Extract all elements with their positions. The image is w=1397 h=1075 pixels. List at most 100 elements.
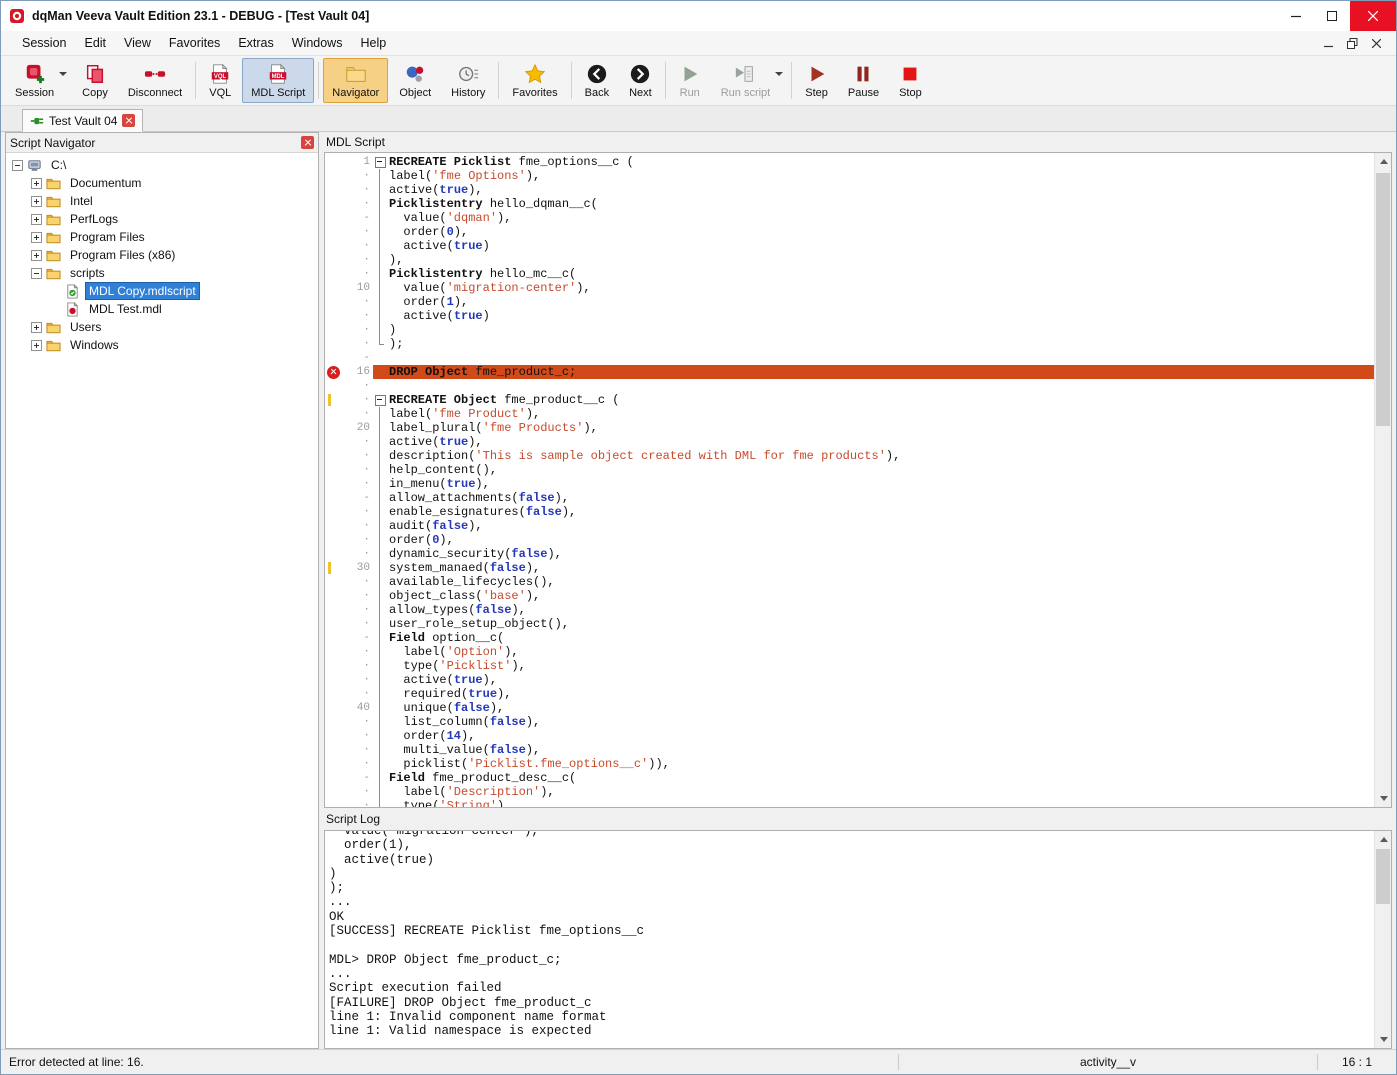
expand-icon[interactable] [31, 178, 42, 189]
menu-view[interactable]: View [115, 33, 160, 53]
editor-line-26[interactable]: ·enable_esignatures(false), [325, 505, 1374, 519]
tree-item-scripts[interactable]: scripts [6, 264, 318, 282]
editor-line-28[interactable]: ·order(0), [325, 533, 1374, 547]
editor-line-19[interactable]: ·label('fme Product'), [325, 407, 1374, 421]
tree-item-mdl-copy-mdlscript[interactable]: MDL Copy.mdlscript [6, 282, 318, 300]
tree-item-mdl-test-mdl[interactable]: MDL Test.mdl [6, 300, 318, 318]
session-dropdown-icon[interactable] [59, 72, 67, 76]
menu-windows[interactable]: Windows [283, 33, 352, 53]
editor-line-29[interactable]: ·dynamic_security(false), [325, 547, 1374, 561]
tree-item-intel[interactable]: Intel [6, 192, 318, 210]
next-button[interactable]: Next [620, 58, 661, 103]
menu-help[interactable]: Help [351, 33, 395, 53]
editor-line-2[interactable]: ·label('fme Options'), [325, 169, 1374, 183]
editor-line-31[interactable]: ·available_lifecycles(), [325, 575, 1374, 589]
editor-line-37[interactable]: · type('Picklist'), [325, 659, 1374, 673]
editor-line-18[interactable]: ·RECREATE Object fme_product__c ( [325, 393, 1374, 407]
editor-line-45[interactable]: -Field fme_product_desc__c( [325, 771, 1374, 785]
expand-icon[interactable] [31, 250, 42, 261]
editor-line-23[interactable]: ·help_content(), [325, 463, 1374, 477]
disconnect-button[interactable]: Disconnect [119, 58, 191, 103]
panel-close-icon[interactable] [301, 136, 314, 149]
scroll-up-icon[interactable] [1375, 831, 1392, 848]
tree-item-program-files[interactable]: Program Files [6, 228, 318, 246]
editor-line-41[interactable]: · list_column(false), [325, 715, 1374, 729]
collapse-icon[interactable] [12, 160, 23, 171]
collapse-icon[interactable] [31, 268, 42, 279]
code-editor[interactable]: 1RECREATE Picklist fme_options__c (·labe… [324, 152, 1392, 808]
editor-line-3[interactable]: ·active(true), [325, 183, 1374, 197]
expand-icon[interactable] [31, 196, 42, 207]
editor-line-20[interactable]: 20label_plural('fme Products'), [325, 421, 1374, 435]
menu-favorites[interactable]: Favorites [160, 33, 229, 53]
editor-line-14[interactable]: ·); [325, 337, 1374, 351]
script-log[interactable]: value('migration-center'), order(1), act… [324, 830, 1392, 1049]
back-button[interactable]: Back [576, 58, 618, 103]
editor-line-1[interactable]: 1RECREATE Picklist fme_options__c ( [325, 155, 1374, 169]
editor-line-39[interactable]: · required(true), [325, 687, 1374, 701]
editor-line-34[interactable]: ·user_role_setup_object(), [325, 617, 1374, 631]
step-button[interactable]: Step [796, 58, 837, 103]
expand-icon[interactable] [31, 232, 42, 243]
maximize-button[interactable] [1314, 1, 1350, 31]
editor-line-25[interactable]: -allow_attachments(false), [325, 491, 1374, 505]
navigator-button[interactable]: Navigator [323, 58, 388, 103]
history-button[interactable]: History [442, 58, 494, 103]
editor-line-10[interactable]: 10 value('migration-center'), [325, 281, 1374, 295]
mdi-restore-button[interactable] [1340, 33, 1364, 53]
editor-line-30[interactable]: 30system_manaed(false), [325, 561, 1374, 575]
editor-line-12[interactable]: · active(true) [325, 309, 1374, 323]
editor-line-4[interactable]: ·Picklistentry hello_dqman__c( [325, 197, 1374, 211]
editor-line-7[interactable]: · active(true) [325, 239, 1374, 253]
log-scroll-thumb[interactable] [1376, 849, 1390, 904]
vql-button[interactable]: VQLVQL [200, 58, 240, 103]
stop-button[interactable]: Stop [890, 58, 931, 103]
tab-close-icon[interactable] [122, 114, 135, 127]
editor-line-8[interactable]: ·), [325, 253, 1374, 267]
run-script-dropdown-icon[interactable] [775, 72, 783, 76]
editor-line-38[interactable]: · active(true), [325, 673, 1374, 687]
fold-collapse-icon[interactable] [373, 393, 386, 407]
mdi-minimize-button[interactable] [1316, 33, 1340, 53]
editor-line-32[interactable]: ·object_class('base'), [325, 589, 1374, 603]
copy-button[interactable]: Copy [73, 58, 117, 103]
editor-line-24[interactable]: ·in_menu(true), [325, 477, 1374, 491]
menu-extras[interactable]: Extras [229, 33, 282, 53]
tree-item-windows[interactable]: Windows [6, 336, 318, 354]
expand-icon[interactable] [31, 322, 42, 333]
editor-line-47[interactable]: · type('String'), [325, 799, 1374, 808]
menu-edit[interactable]: Edit [75, 33, 115, 53]
close-button[interactable] [1350, 1, 1396, 31]
editor-line-42[interactable]: · order(14), [325, 729, 1374, 743]
mdi-close-button[interactable] [1364, 33, 1388, 53]
editor-line-40[interactable]: 40 unique(false), [325, 701, 1374, 715]
editor-line-9[interactable]: ·Picklistentry hello_mc__c( [325, 267, 1374, 281]
tree-item-perflogs[interactable]: PerfLogs [6, 210, 318, 228]
scroll-down-icon[interactable] [1375, 1031, 1392, 1048]
expand-icon[interactable] [31, 340, 42, 351]
editor-line-16[interactable]: 16DROP Object fme_product_c; [325, 365, 1374, 379]
editor-line-11[interactable]: · order(1), [325, 295, 1374, 309]
minimize-button[interactable] [1278, 1, 1314, 31]
log-scrollbar[interactable] [1374, 831, 1391, 1048]
tree-item-c[interactable]: C:\ [6, 156, 318, 174]
pause-button[interactable]: Pause [839, 58, 888, 103]
session-button[interactable]: Session [6, 58, 71, 103]
mdl-script-button[interactable]: MDLMDL Script [242, 58, 314, 103]
menu-session[interactable]: Session [13, 33, 75, 53]
editor-line-13[interactable]: ·) [325, 323, 1374, 337]
expand-icon[interactable] [31, 214, 42, 225]
editor-line-5[interactable]: - value('dqman'), [325, 211, 1374, 225]
editor-line-44[interactable]: · picklist('Picklist.fme_options__c')), [325, 757, 1374, 771]
scroll-down-icon[interactable] [1375, 790, 1392, 807]
editor-line-17[interactable]: · [325, 379, 1374, 393]
editor-scroll-thumb[interactable] [1376, 173, 1390, 426]
editor-line-27[interactable]: ·audit(false), [325, 519, 1374, 533]
editor-line-33[interactable]: ·allow_types(false), [325, 603, 1374, 617]
editor-line-15[interactable]: - [325, 351, 1374, 365]
tree-item-users[interactable]: Users [6, 318, 318, 336]
object-button[interactable]: Object [390, 58, 440, 103]
editor-line-46[interactable]: · label('Description'), [325, 785, 1374, 799]
tree-item-program-files-x86[interactable]: Program Files (x86) [6, 246, 318, 264]
editor-scrollbar[interactable] [1374, 153, 1391, 807]
